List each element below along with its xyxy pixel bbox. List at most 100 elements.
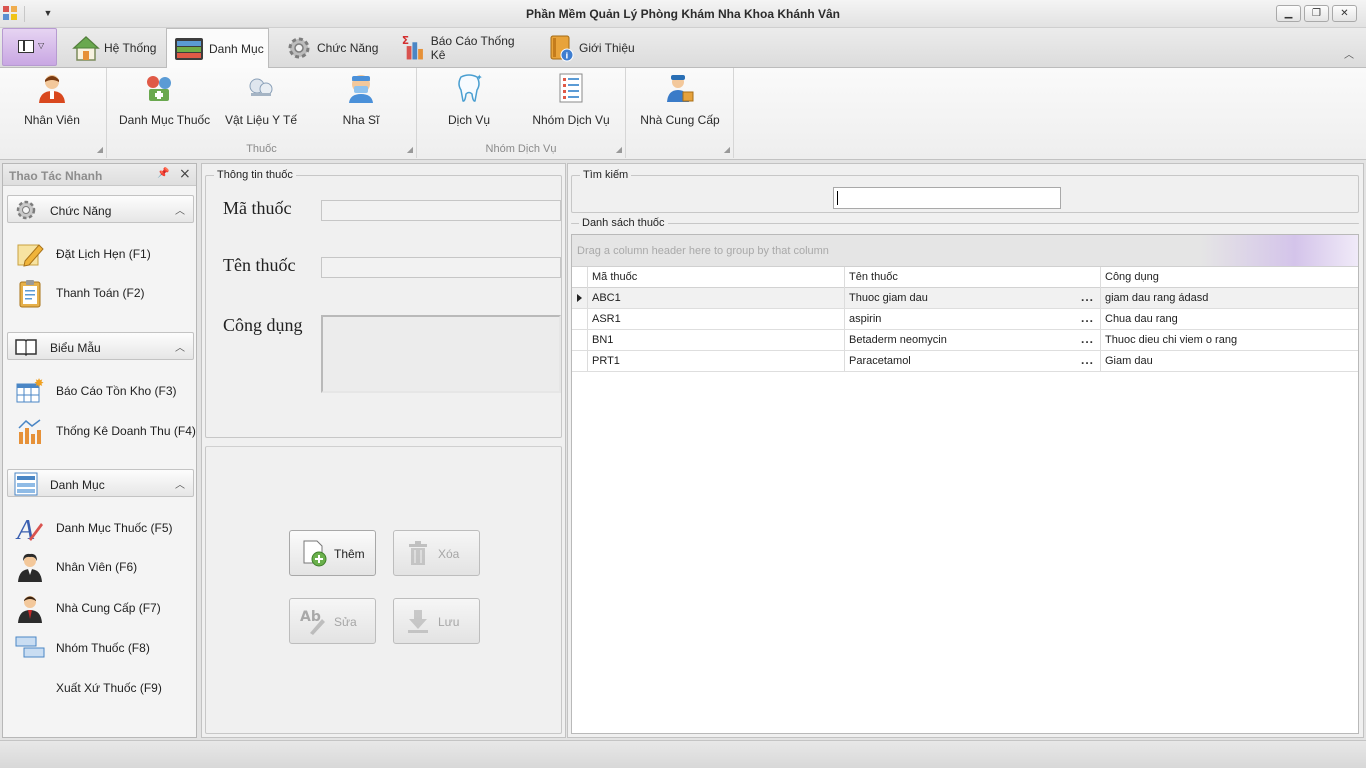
nav-item-thanh-toan[interactable]: Thanh Toán (F2) xyxy=(15,277,195,309)
cell-ma-thuoc[interactable]: PRT1 xyxy=(587,351,844,371)
info-book-icon: i xyxy=(550,35,574,62)
column-header-cong-dung[interactable]: Công dụng xyxy=(1100,267,1358,288)
minimize-button[interactable]: ▁ xyxy=(1276,5,1301,22)
chevron-down-icon: ▽ xyxy=(38,41,45,50)
ellipsis-button[interactable]: ... xyxy=(1081,330,1094,350)
nav-item-dat-lich-hen[interactable]: Đặt Lịch Hẹn (F1) xyxy=(15,238,195,270)
close-button[interactable]: ✕ xyxy=(1332,5,1357,22)
ribbon-collapse-icon[interactable]: ︿ xyxy=(1344,46,1354,61)
woman-employee-icon xyxy=(18,553,42,582)
nav-item-nha-cung-cap[interactable]: Nhà Cung Cấp (F7) xyxy=(15,592,195,624)
nav-item-label: Xuất Xứ Thuốc (F9) xyxy=(56,681,162,695)
nav-item-thong-ke-doanh-thu[interactable]: Thống Kê Doanh Thu (F4) xyxy=(15,415,196,447)
ma-thuoc-input[interactable] xyxy=(321,200,561,221)
panel-header: Thao Tác Nhanh 📌 × xyxy=(3,164,196,186)
quick-actions-panel: Thao Tác Nhanh 📌 × Chức Năng ︿ Đặt Lịch … xyxy=(2,163,197,738)
table-row[interactable]: BN1 Betaderm neomycin ... Thuoc dieu chi… xyxy=(572,330,1358,351)
nav-item-label: Danh Mục Thuốc (F5) xyxy=(56,521,173,535)
ten-thuoc-input[interactable] xyxy=(321,257,561,278)
column-header-ma-thuoc[interactable]: Mã thuốc xyxy=(587,267,844,288)
cell-ma-thuoc[interactable]: ASR1 xyxy=(587,309,844,329)
column-header-ten-thuoc[interactable]: Tên thuốc xyxy=(844,267,1100,288)
group-launcher-icon[interactable]: ◢ xyxy=(407,145,413,154)
table-row[interactable]: ABC1 Thuoc giam dau ... giam dau rang ád… xyxy=(572,288,1358,309)
nav-item-bao-cao-ton-kho[interactable]: ✸ Báo Cáo Tồn Kho (F3) xyxy=(15,375,195,407)
tab-danh-muc[interactable]: Danh Mục xyxy=(166,28,269,69)
medical-supplies-icon xyxy=(249,78,273,96)
ribbon-button-vat-lieu-y-te[interactable]: Vật Liệu Y Tế xyxy=(223,70,299,128)
cell-cong-dung[interactable]: Thuoc dieu chi viem o rang xyxy=(1100,330,1358,350)
cell-ten-thuoc[interactable]: Betaderm neomycin xyxy=(844,330,1100,350)
cell-ten-thuoc[interactable]: aspirin xyxy=(844,309,1100,329)
man-employee-icon xyxy=(18,596,42,623)
groupbox-title: Tìm kiếm xyxy=(580,169,632,181)
pencil-icon xyxy=(17,244,44,267)
ribbon-button-nhom-dich-vu[interactable]: Nhóm Dịch Vụ xyxy=(531,70,611,128)
cong-dung-textarea[interactable] xyxy=(321,315,561,393)
cell-cong-dung[interactable]: Giam dau xyxy=(1100,351,1358,371)
svg-text:✦: ✦ xyxy=(476,73,483,82)
nav-item-nhan-vien[interactable]: Nhân Viên (F6) xyxy=(15,551,195,583)
supplier-icon xyxy=(667,75,694,102)
group-boxes-icon xyxy=(15,636,45,658)
ribbon-button-danh-muc-thuoc[interactable]: Danh Mục Thuốc xyxy=(119,70,210,128)
cell-ten-thuoc[interactable]: Paracetamol xyxy=(844,351,1100,371)
close-icon[interactable]: × xyxy=(179,166,191,182)
report-chart-icon: Σ xyxy=(402,35,423,60)
group-launcher-icon[interactable]: ◢ xyxy=(724,145,730,154)
nav-group-bieu-mau[interactable]: Biểu Mẫu ︿ xyxy=(7,332,194,360)
nav-item-danh-muc-thuoc[interactable]: A Danh Mục Thuốc (F5) xyxy=(15,512,195,544)
ellipsis-button[interactable]: ... xyxy=(1081,351,1094,371)
row-indicator-header xyxy=(572,267,587,288)
ribbon-group-label: Nhóm Dịch Vụ xyxy=(485,143,557,155)
nav-item-nhom-thuoc[interactable]: Nhóm Thuốc (F8) xyxy=(15,632,195,664)
cell-ten-thuoc[interactable]: Thuoc giam dau xyxy=(844,288,1100,308)
ribbon-button-label: Nhà Cung Cấp xyxy=(640,113,720,127)
ribbon-button-dich-vu[interactable]: ✦ Dịch Vụ xyxy=(437,70,501,128)
button-label: Sửa xyxy=(334,615,357,629)
sua-button[interactable]: Ab Sửa xyxy=(289,598,376,644)
group-by-panel[interactable]: Drag a column header here to group by th… xyxy=(572,235,1358,267)
table-row[interactable]: PRT1 Paracetamol ... Giam dau xyxy=(572,351,1358,372)
button-label: Lưu xyxy=(438,615,460,629)
xoa-button[interactable]: Xóa xyxy=(393,530,480,576)
ribbon-group-nhan-vien: Nhân Viên ◢ xyxy=(0,68,107,158)
ribbon-button-label: Nhóm Dịch Vụ xyxy=(532,113,610,127)
them-button[interactable]: Thêm xyxy=(289,530,376,576)
restore-button[interactable]: ❐ xyxy=(1304,5,1329,22)
cell-ma-thuoc[interactable]: BN1 xyxy=(587,330,844,350)
grid-header: Mã thuốc Tên thuốc Công dụng xyxy=(572,267,1358,288)
add-document-icon xyxy=(303,540,327,567)
ribbon-button-nha-cung-cap[interactable]: Nhà Cung Cấp xyxy=(640,70,720,128)
search-input[interactable] xyxy=(833,187,1061,209)
pin-icon[interactable]: 📌 xyxy=(157,168,169,179)
cell-ma-thuoc[interactable]: ABC1 xyxy=(587,288,844,308)
table-row[interactable]: ASR1 aspirin ... Chua dau rang xyxy=(572,309,1358,330)
ribbon-tab-bar: ▽ Hệ Thống Danh Mục Chức Năng Σ Báo Cáo … xyxy=(0,28,1366,69)
tab-bao-cao-thong-ke[interactable]: Σ Báo Cáo Thống Kê xyxy=(394,28,528,68)
ten-thuoc-label: Tên thuốc xyxy=(223,255,296,275)
nav-group-chuc-nang[interactable]: Chức Năng ︿ xyxy=(7,195,194,223)
cell-cong-dung[interactable]: giam dau rang ádasd xyxy=(1100,288,1358,308)
letter-a-icon: A xyxy=(15,515,43,543)
cell-cong-dung[interactable]: Chua dau rang xyxy=(1100,309,1358,329)
tab-he-thong[interactable]: Hệ Thống xyxy=(66,28,162,68)
tab-chuc-nang[interactable]: Chức Năng xyxy=(279,28,379,68)
luu-button[interactable]: Lưu xyxy=(393,598,480,644)
svg-text:i: i xyxy=(566,52,569,61)
ribbon-button-label: Nhân Viên xyxy=(24,113,80,127)
nav-item-xuat-xu-thuoc[interactable]: Xuất Xứ Thuốc (F9) xyxy=(15,672,195,704)
medicine-list-panel: Tìm kiếm Danh sách thuốc Drag a column h… xyxy=(567,163,1364,738)
ribbon-button-label: Nha Sĩ xyxy=(342,113,380,127)
ribbon-button-nhan-vien[interactable]: Nhân Viên xyxy=(20,70,84,128)
ellipsis-button[interactable]: ... xyxy=(1081,288,1094,308)
nav-group-label: Danh Mục xyxy=(50,478,105,492)
group-launcher-icon[interactable]: ◢ xyxy=(97,145,103,154)
application-menu-button[interactable]: ▽ xyxy=(2,28,57,66)
tab-gioi-thieu[interactable]: i Giới Thiệu xyxy=(541,28,635,68)
group-launcher-icon[interactable]: ◢ xyxy=(616,145,622,154)
nav-group-danh-muc[interactable]: Danh Mục ︿ xyxy=(7,469,194,497)
ribbon-button-nha-si[interactable]: Nha Sĩ xyxy=(329,70,393,128)
ellipsis-button[interactable]: ... xyxy=(1081,309,1094,329)
ribbon-group-label: Thuốc xyxy=(246,143,277,155)
